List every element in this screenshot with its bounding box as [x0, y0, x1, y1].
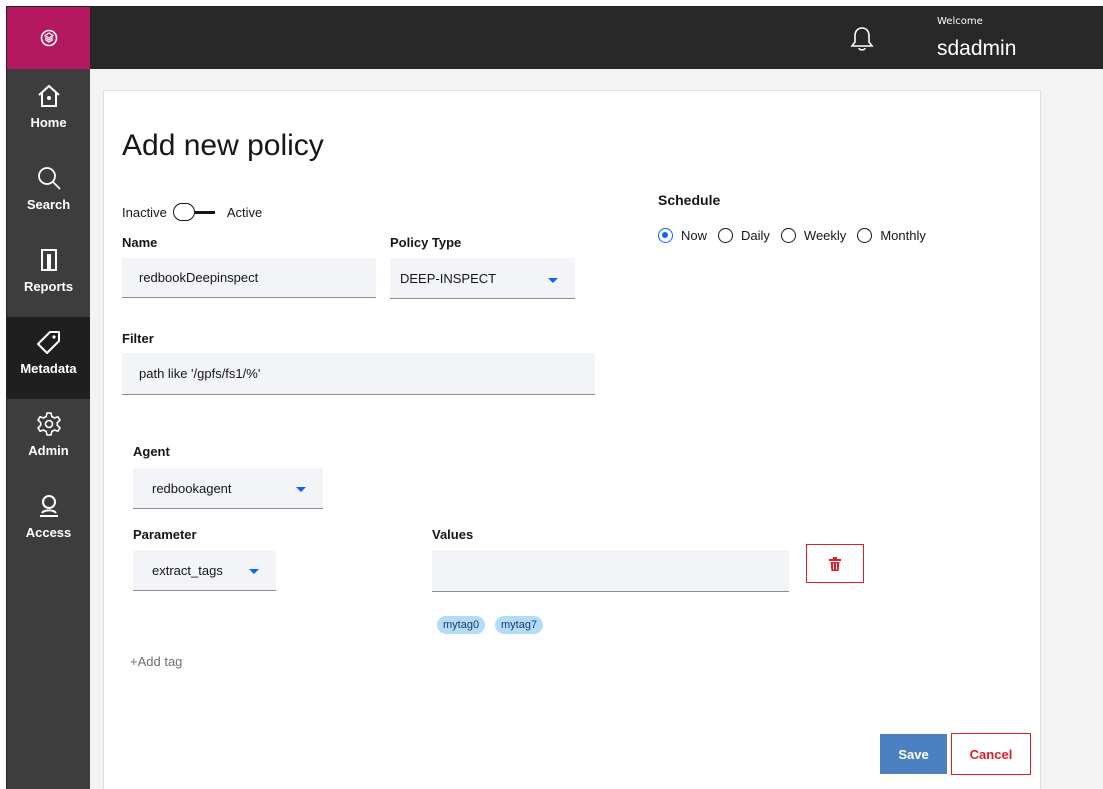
page-title: Add new policy — [122, 129, 324, 162]
sidebar-item-metadata[interactable]: Metadata — [7, 317, 90, 399]
schedule-label: Schedule — [658, 192, 721, 208]
chevron-down-icon — [548, 278, 558, 283]
sidebar-item-reports[interactable]: Reports — [7, 235, 90, 317]
agent-select[interactable]: redbookagent — [133, 468, 323, 509]
top-bar: Welcome sdadmin — [7, 7, 1103, 69]
active-toggle[interactable] — [172, 203, 221, 221]
radio-label: Monthly — [880, 228, 926, 243]
radio-unchecked-icon — [857, 228, 873, 243]
schedule-weekly-radio[interactable]: Weekly — [780, 228, 847, 243]
home-icon — [37, 84, 60, 107]
cancel-button[interactable]: Cancel — [951, 733, 1031, 775]
save-button[interactable]: Save — [880, 734, 947, 774]
radio-label: Daily — [741, 228, 770, 243]
schedule-radio-group: Now Daily Weekly Monthly — [658, 228, 937, 243]
parameter-value: extract_tags — [152, 562, 223, 578]
sidebar-item-label: Access — [25, 525, 72, 540]
sidebar-item-admin[interactable]: Admin — [7, 399, 90, 481]
radio-unchecked-icon — [718, 228, 734, 243]
sidebar: Home Search Reports Metadata Admin Acces… — [7, 69, 90, 789]
toggle-knob — [172, 203, 195, 221]
parameter-select[interactable]: extract_tags — [133, 550, 276, 591]
chevron-down-icon — [296, 487, 306, 492]
sidebar-item-home[interactable]: Home — [7, 71, 90, 153]
values-label: Values — [432, 527, 474, 542]
reports-icon — [40, 249, 57, 271]
agent-label: Agent — [133, 444, 170, 459]
values-input[interactable] — [432, 550, 789, 592]
agent-value: redbookagent — [152, 480, 232, 496]
chevron-down-icon — [249, 569, 259, 574]
add-tag-link[interactable]: +Add tag — [130, 654, 182, 669]
toggle-off-label: Inactive — [122, 204, 167, 220]
radio-label: Weekly — [803, 228, 847, 243]
policy-form-card: Add new policy Inactive Active Name redb… — [103, 90, 1041, 789]
schedule-daily-radio[interactable]: Daily — [718, 228, 770, 243]
toggle-track — [194, 211, 215, 214]
sidebar-item-label: Metadata — [20, 361, 77, 376]
gear-icon — [36, 412, 61, 436]
logo[interactable] — [7, 7, 90, 69]
app-window: Welcome sdadmin Home Search Reports Meta… — [6, 6, 1103, 789]
trash-icon — [829, 556, 841, 571]
toggle-on-label: Active — [226, 204, 263, 220]
policy-type-select[interactable]: DEEP-INSPECT — [390, 258, 575, 299]
name-label: Name — [122, 235, 158, 250]
sidebar-item-label: Search — [26, 197, 71, 212]
active-toggle-row: Inactive Active — [122, 203, 262, 221]
policy-type-value: DEEP-INSPECT — [400, 270, 497, 286]
filter-label: Filter — [122, 331, 154, 346]
username[interactable]: sdadmin — [937, 37, 1016, 61]
welcome-label: Welcome — [937, 16, 983, 27]
user-icon — [39, 495, 58, 517]
policy-type-label: Policy Type — [390, 235, 462, 250]
schedule-now-radio[interactable]: Now — [658, 228, 707, 243]
search-icon — [37, 167, 61, 190]
sidebar-item-label: Home — [30, 115, 67, 130]
delete-parameter-button[interactable] — [806, 544, 864, 583]
sidebar-item-label: Admin — [28, 443, 69, 458]
tag-chip[interactable]: mytag7 — [495, 616, 544, 634]
sidebar-item-search[interactable]: Search — [7, 153, 90, 235]
radio-checked-icon — [658, 228, 673, 243]
radio-label: Now — [681, 228, 708, 243]
name-input[interactable]: redbookDeepinspect — [122, 258, 376, 298]
filter-input[interactable]: path like '/gpfs/fs1/%' — [122, 353, 595, 395]
radio-unchecked-icon — [780, 228, 796, 243]
sidebar-item-label: Reports — [23, 279, 74, 294]
sidebar-item-access[interactable]: Access — [7, 481, 90, 563]
cube-logo-icon — [40, 29, 57, 47]
tag-chip[interactable]: mytag0 — [437, 616, 486, 634]
schedule-monthly-radio[interactable]: Monthly — [857, 228, 926, 243]
tag-icon — [36, 331, 60, 354]
bell-icon[interactable] — [849, 25, 875, 53]
parameter-label: Parameter — [133, 527, 197, 542]
